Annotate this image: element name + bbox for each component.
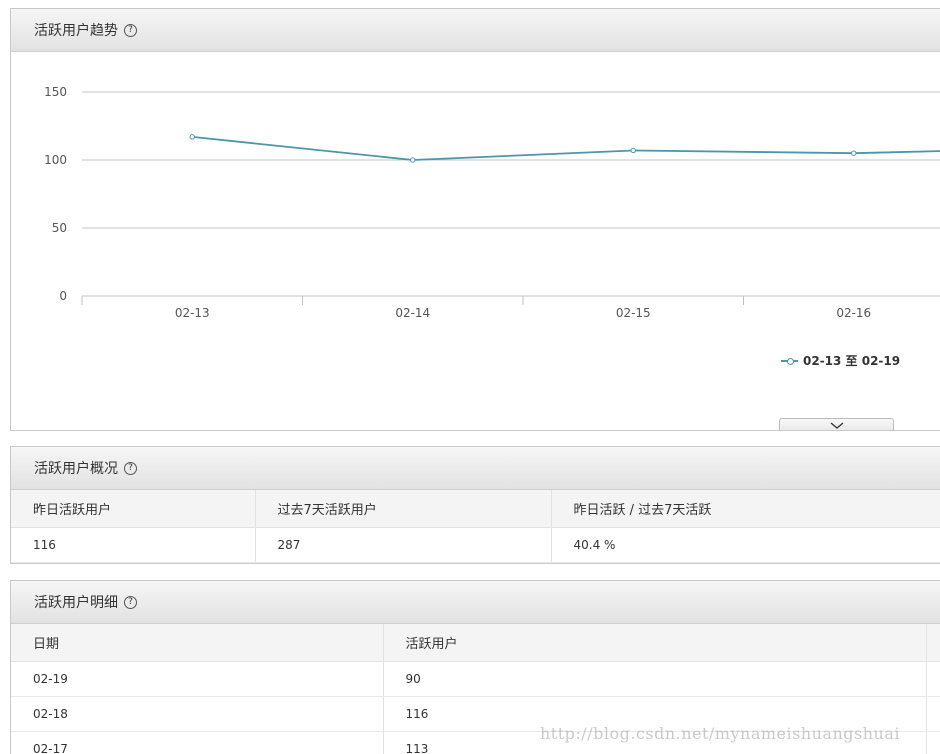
chart-legend[interactable]: 02-13 至 02-19 bbox=[781, 352, 900, 369]
trend-panel-header: 活跃用户趋势 ? bbox=[11, 9, 940, 52]
row-date: 02-17 bbox=[11, 731, 384, 754]
column-header-spacer bbox=[926, 624, 940, 662]
y-tick-label: 0 bbox=[59, 289, 67, 303]
trend-chart: 05010015002-1302-1402-1502-1602-17 02-13… bbox=[11, 52, 940, 430]
legend-line-icon bbox=[781, 357, 798, 365]
summary-header-row: 昨日活跃用户 过去7天活跃用户 昨日活跃 / 过去7天活跃 bbox=[11, 490, 940, 528]
summary-table: 昨日活跃用户 过去7天活跃用户 昨日活跃 / 过去7天活跃 116 287 40… bbox=[11, 490, 940, 563]
column-header-active-users[interactable]: 活跃用户 bbox=[383, 624, 927, 662]
data-point bbox=[630, 147, 636, 154]
help-icon[interactable]: ? bbox=[124, 595, 137, 609]
x-tick-label: 02-15 bbox=[616, 306, 651, 320]
y-tick-label: 100 bbox=[44, 153, 67, 167]
data-point bbox=[410, 157, 416, 163]
row-spacer bbox=[926, 696, 940, 732]
y-tick-label: 50 bbox=[52, 221, 67, 235]
row-date: 02-19 bbox=[11, 661, 384, 697]
x-tick-label: 02-14 bbox=[395, 306, 430, 320]
column-header: 昨日活跃用户 bbox=[11, 490, 256, 528]
expand-chart-button[interactable] bbox=[779, 418, 894, 430]
row-spacer bbox=[926, 731, 940, 754]
column-header: 过去7天活跃用户 bbox=[255, 490, 552, 528]
row-date: 02-18 bbox=[11, 696, 384, 732]
row-active-users: 90 bbox=[383, 661, 927, 697]
help-icon[interactable]: ? bbox=[124, 461, 137, 475]
trend-panel: 活跃用户趋势 ? 0 50 100 150 02-13 02-14 02-15 02-16 02… bbox=[10, 8, 940, 431]
data-point bbox=[189, 134, 195, 140]
trend-panel-title: 活跃用户趋势 bbox=[34, 23, 118, 39]
chevron-down-icon bbox=[830, 422, 843, 429]
summary-value-row: 116 287 40.4 % bbox=[11, 527, 940, 563]
detail-panel-title: 活跃用户明细 bbox=[34, 595, 118, 611]
help-icon[interactable]: ? bbox=[124, 23, 137, 37]
detail-panel-header: 活跃用户明细 ? bbox=[11, 581, 940, 624]
detail-header-row: 日期 活跃用户 bbox=[11, 624, 940, 662]
column-header-date[interactable]: 日期 bbox=[11, 624, 384, 662]
summary-panel-header: 活跃用户概况 ? bbox=[11, 447, 940, 490]
x-tick-label: 02-13 bbox=[175, 306, 210, 320]
data-point bbox=[851, 150, 857, 156]
summary-value: 287 bbox=[255, 527, 552, 563]
watermark: http://blog.csdn.net/mynameishuangshuai bbox=[540, 724, 900, 743]
x-tick-label: 02-16 bbox=[836, 306, 871, 320]
series-line bbox=[192, 135, 940, 161]
row-spacer bbox=[926, 661, 940, 697]
y-tick-label: 150 bbox=[44, 85, 67, 99]
summary-panel: 活跃用户概况 ? 昨日活跃用户 过去7天活跃用户 昨日活跃 / 过去7天活跃 1… bbox=[10, 446, 940, 564]
legend-label: 02-13 至 02-19 bbox=[803, 354, 901, 368]
column-header: 昨日活跃 / 过去7天活跃 bbox=[551, 490, 940, 528]
table-row: 02-19 90 bbox=[11, 661, 940, 697]
summary-panel-title: 活跃用户概况 bbox=[34, 461, 118, 477]
trend-chart-svg: 05010015002-1302-1402-1502-1602-17 bbox=[44, 85, 940, 320]
summary-value: 116 bbox=[11, 527, 256, 563]
summary-value: 40.4 % bbox=[551, 527, 940, 563]
